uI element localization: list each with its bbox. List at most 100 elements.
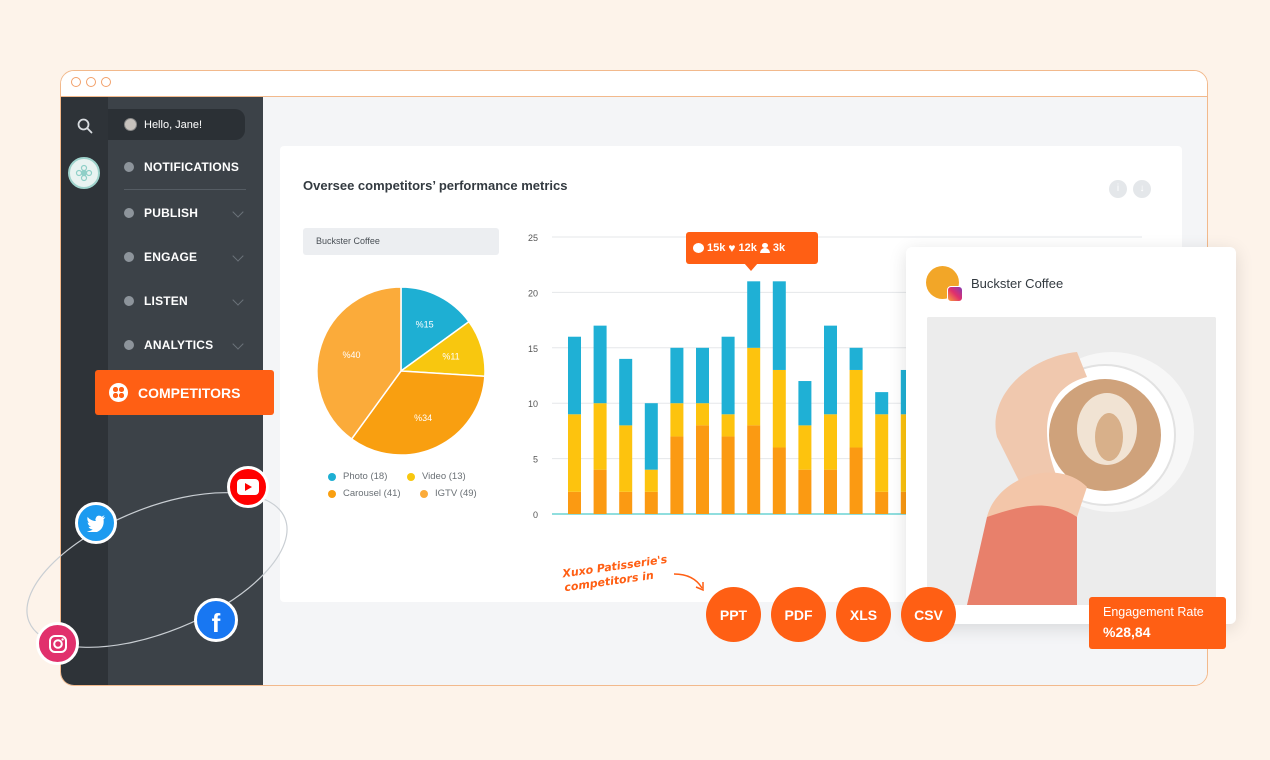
twitter-icon[interactable] [75, 502, 117, 544]
bar-segment[interactable] [670, 347, 684, 404]
instagram-icon [947, 286, 963, 302]
bar-segment[interactable] [721, 436, 735, 514]
tooltip-likes: 12k [738, 242, 757, 254]
instagram-icon[interactable] [36, 622, 79, 665]
brand-select[interactable]: Buckster Coffee [303, 228, 499, 255]
chat-icon [124, 252, 134, 262]
sidebar-item-label: ENGAGE [144, 250, 198, 264]
sidebar-item-label: ANALYTICS [144, 338, 214, 352]
window-dot-close[interactable] [71, 77, 81, 87]
legend-swatch [420, 489, 428, 498]
pie-chart: %15 %11 %34 %40 [316, 286, 486, 456]
legend-swatch [328, 472, 336, 481]
search-icon[interactable] [76, 117, 94, 135]
sidebar-item-listen[interactable]: LISTEN [124, 291, 244, 311]
bar-segment[interactable] [798, 469, 812, 514]
window-dot-minimize[interactable] [86, 77, 96, 87]
export-pdf-button[interactable]: PDF [771, 587, 826, 642]
y-tick-label: 0 [533, 510, 538, 520]
bar-segment[interactable] [593, 469, 607, 514]
bar-segment[interactable] [747, 425, 761, 514]
bar-segment[interactable] [747, 281, 761, 348]
legend-label: IGTV (49) [435, 488, 477, 499]
y-tick-label: 5 [533, 455, 538, 465]
bar-segment[interactable] [849, 369, 863, 448]
bar-segment[interactable] [849, 347, 863, 370]
analytics-icon [124, 340, 134, 350]
sidebar-item-label: PUBLISH [144, 206, 199, 220]
bar-segment[interactable] [619, 358, 633, 426]
chevron-down-icon [232, 338, 244, 350]
competitors-icon [109, 383, 128, 402]
engagement-rate-badge: Engagement Rate %28,84 [1089, 597, 1226, 649]
bar-segment[interactable] [875, 491, 889, 514]
bar-segment[interactable] [619, 491, 633, 514]
user-greeting[interactable]: Hello, Jane! [108, 109, 245, 140]
sidebar-item-publish[interactable]: PUBLISH [124, 203, 244, 223]
sidebar-divider [124, 189, 246, 190]
bar-segment[interactable] [798, 425, 812, 470]
bar-segment[interactable] [568, 414, 581, 492]
legend-item-photo: Photo (18) [328, 471, 387, 482]
sidebar-item-competitors[interactable]: COMPETITORS [95, 370, 274, 415]
bar-tooltip: 15k ♥ 12k 3k [686, 232, 818, 271]
bar-segment[interactable] [824, 414, 837, 470]
tooltip-comments: 15k [707, 242, 726, 254]
pie-slice-label: %11 [442, 351, 459, 361]
facebook-icon[interactable]: f [194, 598, 238, 642]
bar-segment[interactable] [644, 403, 658, 470]
bar-segment[interactable] [824, 469, 837, 514]
export-csv-button[interactable]: CSV [901, 587, 956, 642]
chevron-down-icon [232, 206, 244, 218]
window-dot-maximize[interactable] [101, 77, 111, 87]
greeting-text: Hello, Jane! [144, 118, 203, 131]
window-titlebar [61, 71, 1207, 97]
bar-segment[interactable] [824, 325, 837, 415]
bar-segment[interactable] [772, 281, 786, 370]
info-icon[interactable]: i [1109, 180, 1127, 198]
bar-segment[interactable] [721, 414, 735, 437]
legend-swatch [328, 489, 336, 498]
bar-segment[interactable] [747, 347, 761, 426]
sidebar-item-label: LISTEN [144, 294, 188, 308]
export-ppt-button[interactable]: PPT [706, 587, 761, 642]
sidebar-item-notifications[interactable]: NOTIFICATIONS [124, 157, 239, 177]
sidebar-item-analytics[interactable]: ANALYTICS [124, 335, 244, 355]
bar-segment[interactable] [696, 425, 709, 514]
export-xls-button[interactable]: XLS [836, 587, 891, 642]
bar-segment[interactable] [593, 325, 607, 404]
legend-item-carousel: Carousel (41) [328, 488, 401, 499]
bar-segment[interactable] [696, 403, 709, 426]
sidebar-item-label: NOTIFICATIONS [144, 160, 240, 174]
bar-segment[interactable] [798, 381, 812, 426]
bar-segment[interactable] [772, 369, 786, 448]
bar-segment[interactable] [875, 392, 889, 415]
brand-avatar[interactable] [68, 157, 100, 189]
bar-segment[interactable] [619, 425, 633, 492]
engagement-label: Engagement Rate [1103, 605, 1204, 619]
user-avatar [124, 118, 137, 131]
sidebar-item-engage[interactable]: ENGAGE [124, 247, 244, 267]
bar-segment[interactable] [670, 403, 684, 437]
bar-segment[interactable] [568, 491, 581, 514]
legend-label: Carousel (41) [343, 488, 401, 499]
engagement-value: %28,84 [1103, 624, 1151, 640]
tooltip-followers: 3k [772, 242, 786, 254]
post-card[interactable]: Buckster Coffee [906, 247, 1236, 624]
bar-segment[interactable] [772, 447, 786, 514]
bar-segment[interactable] [696, 347, 709, 404]
post-photo [927, 317, 1216, 605]
bar-segment[interactable] [644, 469, 658, 492]
youtube-icon[interactable] [227, 466, 269, 508]
bar-segment[interactable] [849, 447, 863, 514]
download-icon[interactable]: ↓ [1133, 180, 1151, 198]
bar-segment[interactable] [568, 336, 581, 415]
bar-segment[interactable] [593, 403, 607, 470]
comment-icon [693, 243, 704, 253]
bar-segment[interactable] [875, 414, 889, 492]
bar-segment[interactable] [670, 436, 684, 514]
legend-item-igtv: IGTV (49) [420, 488, 477, 499]
bar-segment[interactable] [644, 491, 658, 514]
bar-segment[interactable] [721, 336, 735, 415]
y-tick-label: 25 [528, 233, 538, 243]
